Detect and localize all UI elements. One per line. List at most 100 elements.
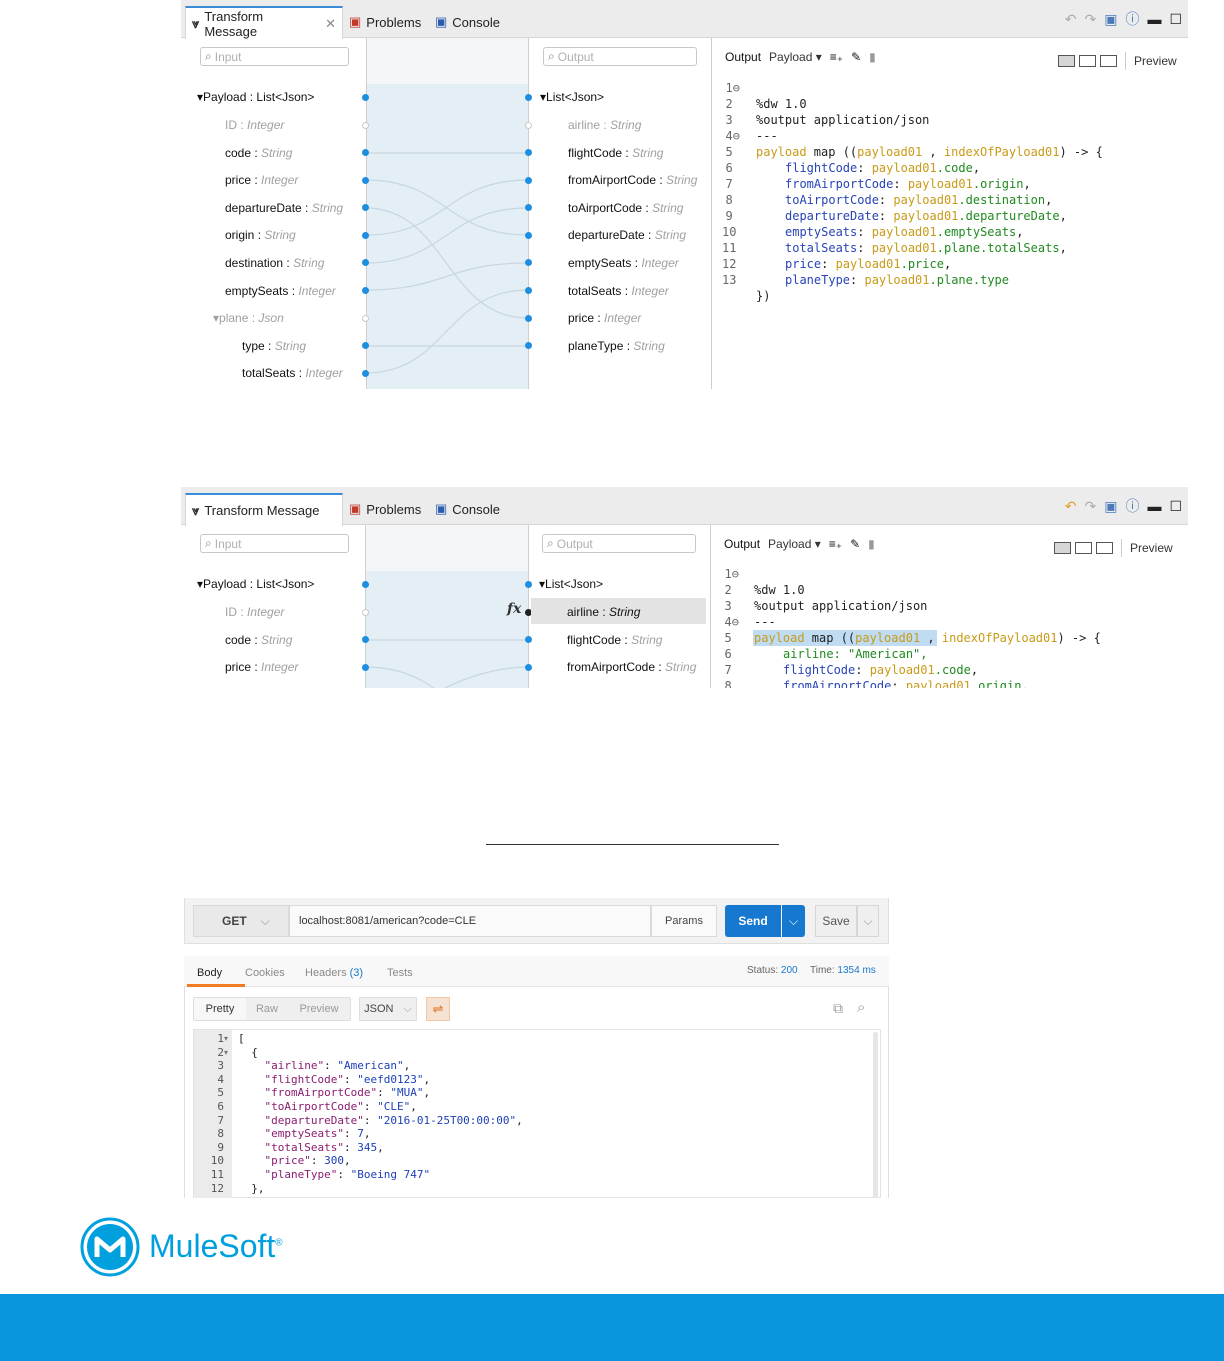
save-options-chevron-icon[interactable]: ⌵ bbox=[857, 905, 879, 937]
code-line[interactable]: fromAirportCode: payload01.origin, bbox=[754, 678, 1101, 688]
connector-dot[interactable] bbox=[525, 122, 532, 129]
view-single-icon[interactable] bbox=[1100, 55, 1117, 67]
out-node-price[interactable]: price : Integer bbox=[568, 311, 641, 325]
connector-dot[interactable] bbox=[362, 259, 369, 266]
url-input[interactable]: localhost:8081/american?code=CLE bbox=[289, 905, 651, 937]
help-icon[interactable]: ⓘ bbox=[1125, 9, 1139, 29]
send-options-chevron-icon[interactable]: ⌵ bbox=[782, 905, 805, 937]
view-split-icon[interactable] bbox=[1075, 542, 1092, 554]
connector-dot[interactable] bbox=[362, 122, 369, 129]
tab-transform-message[interactable]: ⩔ Transform Message bbox=[185, 493, 343, 526]
edit-icon[interactable]: ✎ bbox=[851, 50, 861, 64]
out-node-totalseats[interactable]: totalSeats : Integer bbox=[568, 284, 669, 298]
tree-node-price[interactable]: price : Integer bbox=[225, 660, 298, 674]
minimize-icon[interactable]: ▬ bbox=[1147, 11, 1161, 27]
tree-node-id[interactable]: ID : Integer bbox=[225, 118, 284, 132]
connector-dot[interactable] bbox=[525, 204, 532, 211]
code-line[interactable]: flightCode: payload01.code, bbox=[756, 160, 1103, 176]
copy-icon[interactable]: ⧉ bbox=[833, 1000, 843, 1017]
wrap-lines-icon[interactable]: ⇌ bbox=[426, 997, 450, 1021]
fold-arrows[interactable]: ▾ ▾ bbox=[224, 1032, 228, 1059]
connector-dot[interactable] bbox=[525, 315, 532, 322]
connector-dot[interactable] bbox=[525, 287, 532, 294]
tab-tests[interactable]: Tests bbox=[387, 967, 413, 979]
connector-dot[interactable] bbox=[525, 581, 532, 588]
tab-problems[interactable]: ▣ Problems bbox=[343, 6, 427, 38]
save-button[interactable]: Save bbox=[815, 905, 857, 937]
payload-dropdown[interactable]: Payload ▾ bbox=[769, 50, 822, 64]
raw-button[interactable]: Raw bbox=[246, 998, 288, 1020]
tab-transform-message[interactable]: ⩔ Transform Message ✕ bbox=[185, 6, 343, 39]
view-split-icon[interactable] bbox=[1079, 55, 1096, 67]
tab-problems[interactable]: ▣ Problems bbox=[343, 493, 427, 525]
preview-button[interactable]: Preview bbox=[288, 998, 350, 1020]
connector-dot[interactable] bbox=[525, 149, 532, 156]
out-node-airline[interactable]: airline : String bbox=[568, 118, 641, 132]
out-node-list[interactable]: ▾List<Json> bbox=[540, 90, 604, 104]
connector-dot[interactable] bbox=[362, 287, 369, 294]
close-tab-icon[interactable]: ✕ bbox=[325, 16, 336, 32]
add-output-icon[interactable]: ≡₊ bbox=[829, 537, 842, 551]
scrollbar[interactable] bbox=[873, 1032, 878, 1198]
save-icon[interactable]: ▣ bbox=[1104, 11, 1117, 28]
preview-button[interactable]: Preview bbox=[1134, 54, 1177, 68]
tree-node-code[interactable]: code : String bbox=[225, 146, 292, 160]
maximize-icon[interactable]: ☐ bbox=[1169, 498, 1182, 515]
code-line[interactable]: totalSeats: payload01.plane.totalSeats, bbox=[756, 240, 1103, 256]
connector-dot[interactable] bbox=[362, 636, 369, 643]
connector-dot[interactable] bbox=[362, 664, 369, 671]
connector-dot[interactable] bbox=[362, 370, 369, 377]
code-line[interactable]: emptySeats: payload01.emptySeats, bbox=[756, 224, 1103, 240]
help-icon[interactable]: ⓘ bbox=[1125, 496, 1139, 516]
connector-dot[interactable] bbox=[362, 94, 369, 101]
tree-node-payload[interactable]: ▾Payload : List<Json> bbox=[197, 577, 314, 591]
connector-dot[interactable] bbox=[362, 204, 369, 211]
connector-dot[interactable] bbox=[525, 664, 532, 671]
function-icon[interactable]: fx bbox=[507, 601, 521, 617]
payload-dropdown[interactable]: Payload ▾ bbox=[768, 537, 821, 551]
dataweave-code[interactable]: %dw 1.0 %output application/json --- payloa… bbox=[754, 566, 1101, 688]
pretty-button[interactable]: Pretty bbox=[194, 998, 246, 1020]
out-node-emptyseats[interactable]: emptySeats : Integer bbox=[568, 256, 679, 270]
params-button[interactable]: Params bbox=[651, 905, 717, 937]
connector-dot[interactable] bbox=[362, 609, 369, 616]
connector-dot[interactable] bbox=[525, 232, 532, 239]
undo-icon[interactable]: ↶ bbox=[1065, 498, 1077, 515]
out-node-departuredate[interactable]: departureDate : String bbox=[568, 228, 686, 242]
connector-dot[interactable] bbox=[525, 636, 532, 643]
save-icon[interactable]: ▣ bbox=[1104, 498, 1117, 515]
tab-body[interactable]: Body bbox=[197, 967, 222, 979]
connector-dot[interactable] bbox=[525, 177, 532, 184]
delete-icon[interactable]: ▮ bbox=[868, 537, 875, 551]
minimize-icon[interactable]: ▬ bbox=[1147, 498, 1161, 514]
input-search[interactable]: ⌕ Input bbox=[200, 47, 349, 66]
method-dropdown[interactable]: GET ⌵ bbox=[193, 905, 289, 937]
preview-button[interactable]: Preview bbox=[1130, 541, 1173, 555]
tree-node-plane[interactable]: ▾plane : Json bbox=[213, 311, 284, 325]
view-source-icon[interactable] bbox=[1054, 542, 1071, 554]
connector-dot[interactable] bbox=[525, 342, 532, 349]
connector-dot[interactable] bbox=[362, 342, 369, 349]
code-line[interactable]: price: payload01.price, bbox=[756, 256, 1103, 272]
out-node-airline[interactable]: airline : String bbox=[567, 605, 640, 619]
tab-cookies[interactable]: Cookies bbox=[245, 967, 285, 979]
input-search[interactable]: ⌕ Input bbox=[200, 534, 349, 553]
code-line[interactable]: toAirportCode: payload01.destination, bbox=[756, 192, 1103, 208]
undo-icon[interactable]: ↶ bbox=[1065, 11, 1077, 28]
format-dropdown[interactable]: JSON ⌵ bbox=[359, 997, 417, 1021]
tab-console[interactable]: ▣ Console bbox=[429, 493, 506, 525]
connector-dot[interactable] bbox=[362, 232, 369, 239]
tab-console[interactable]: ▣ Console bbox=[429, 6, 506, 38]
tree-node-destination[interactable]: destination : String bbox=[225, 256, 324, 270]
delete-icon[interactable]: ▮ bbox=[869, 50, 876, 64]
tree-node-price[interactable]: price : Integer bbox=[225, 173, 298, 187]
search-icon[interactable]: ⌕ bbox=[857, 999, 865, 1016]
connector-dot[interactable] bbox=[362, 315, 369, 322]
view-single-icon[interactable] bbox=[1096, 542, 1113, 554]
out-node-fromairportcode[interactable]: fromAirportCode : String bbox=[568, 173, 697, 187]
out-node-list[interactable]: ▾List<Json> bbox=[539, 577, 603, 591]
view-source-icon[interactable] bbox=[1058, 55, 1075, 67]
redo-icon[interactable]: ↷ bbox=[1084, 11, 1096, 28]
tree-node-payload[interactable]: ▾Payload : List<Json> bbox=[197, 90, 314, 104]
connector-dot[interactable] bbox=[362, 581, 369, 588]
